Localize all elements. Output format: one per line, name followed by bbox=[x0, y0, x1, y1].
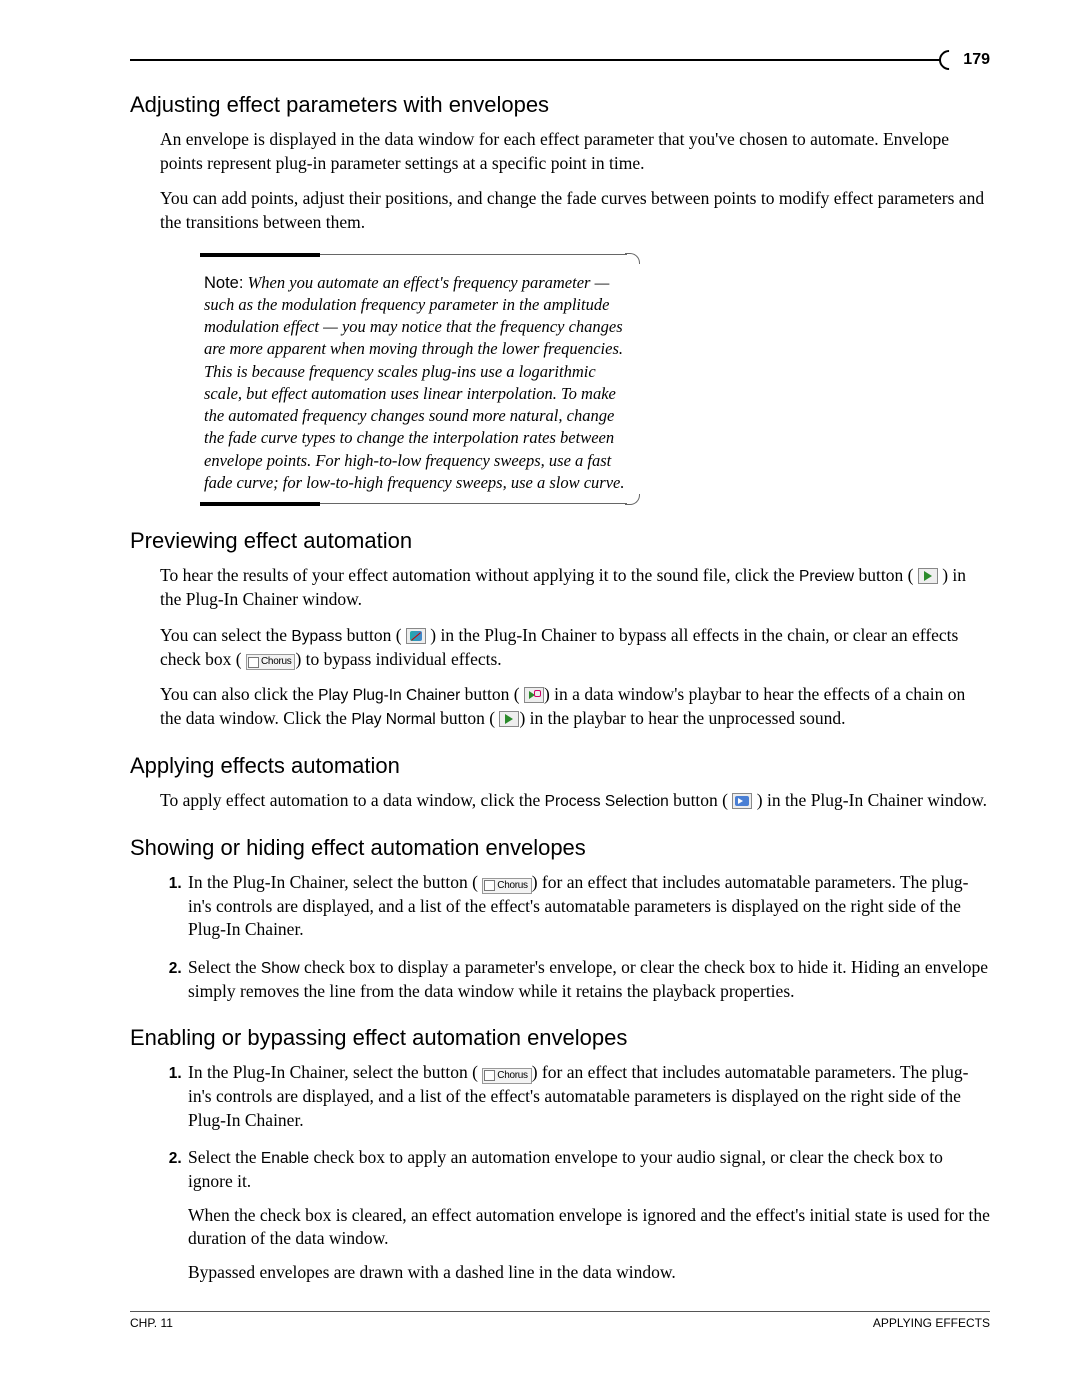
heading-enabling: Enabling or bypassing effect automation … bbox=[130, 1025, 990, 1051]
play-icon bbox=[918, 568, 938, 584]
text: To hear the results of your effect autom… bbox=[160, 565, 799, 585]
text: ) to bypass individual effects. bbox=[295, 649, 501, 669]
para: To apply effect automation to a data win… bbox=[160, 789, 990, 813]
play-chain-icon bbox=[524, 687, 544, 703]
section-body-adjusting: An envelope is displayed in the data win… bbox=[160, 128, 990, 506]
para: You can also click the Play Plug-In Chai… bbox=[160, 683, 990, 731]
para: You can select the Bypass button ( ) in … bbox=[160, 624, 990, 672]
preview-button-label: Preview bbox=[799, 568, 854, 585]
step-item: Select the Enable check box to apply an … bbox=[186, 1146, 990, 1284]
para: You can add points, adjust their positio… bbox=[160, 187, 990, 234]
step-sub-para: Bypassed envelopes are drawn with a dash… bbox=[188, 1261, 990, 1285]
section-body-previewing: To hear the results of your effect autom… bbox=[160, 564, 990, 731]
effect-checkbox-chip: Chorus bbox=[246, 654, 295, 670]
text: ) in the Plug-In Chainer window. bbox=[752, 790, 987, 810]
text: button ( bbox=[669, 790, 733, 810]
para: To hear the results of your effect autom… bbox=[160, 564, 990, 612]
play-plugin-chainer-label: Play Plug-In Chainer bbox=[318, 687, 460, 704]
chip-label: Chorus bbox=[261, 655, 291, 669]
text: You can select the bbox=[160, 625, 291, 645]
page-header-rule: 179 bbox=[130, 50, 990, 70]
text: check box to display a parameter's envel… bbox=[188, 957, 988, 1001]
header-arc-icon bbox=[935, 46, 963, 74]
steps-showing: In the Plug-In Chainer, select the butto… bbox=[160, 871, 990, 1003]
step-item: In the Plug-In Chainer, select the butto… bbox=[186, 1061, 990, 1132]
step-sub-para: When the check box is cleared, an effect… bbox=[188, 1204, 990, 1251]
note-rule-bottom bbox=[200, 502, 640, 506]
text: button ( bbox=[854, 565, 918, 585]
text: button ( bbox=[460, 684, 524, 704]
enable-checkbox-label: Enable bbox=[261, 1150, 309, 1167]
step-item: Select the Show check box to display a p… bbox=[186, 956, 990, 1004]
heading-previewing: Previewing effect automation bbox=[130, 528, 990, 554]
checkbox-icon bbox=[248, 657, 259, 668]
heading-showing: Showing or hiding effect automation enve… bbox=[130, 835, 990, 861]
play-icon bbox=[499, 711, 519, 727]
heading-applying: Applying effects automation bbox=[130, 753, 990, 779]
footer-title: APPLYING EFFECTS bbox=[873, 1316, 990, 1330]
show-checkbox-label: Show bbox=[261, 960, 300, 977]
header-rule bbox=[130, 59, 941, 61]
page-content: 179 Adjusting effect parameters with env… bbox=[0, 0, 1080, 1370]
process-selection-icon bbox=[732, 793, 752, 809]
footer-rule bbox=[130, 1311, 990, 1312]
note-text: When you automate an effect's frequency … bbox=[204, 273, 625, 492]
note-rule-top bbox=[200, 253, 640, 264]
section-body-applying: To apply effect automation to a data win… bbox=[160, 789, 990, 813]
text: Select the bbox=[188, 957, 261, 977]
page-number: 179 bbox=[963, 51, 990, 69]
para: An envelope is displayed in the data win… bbox=[160, 128, 990, 175]
steps-enabling: In the Plug-In Chainer, select the butto… bbox=[160, 1061, 990, 1284]
text: ) in the playbar to hear the unprocessed… bbox=[519, 708, 845, 728]
checkbox-icon bbox=[484, 1070, 495, 1081]
heading-adjusting: Adjusting effect parameters with envelop… bbox=[130, 92, 990, 118]
text: In the Plug-In Chainer, select the butto… bbox=[188, 1062, 482, 1082]
effect-checkbox-chip: Chorus bbox=[482, 878, 531, 894]
checkbox-icon bbox=[484, 880, 495, 891]
bypass-button-label: Bypass bbox=[291, 628, 342, 645]
bypass-icon bbox=[406, 628, 426, 644]
note-box: Note: When you automate an effect's freq… bbox=[200, 253, 640, 507]
process-selection-label: Process Selection bbox=[545, 793, 669, 810]
chip-label: Chorus bbox=[497, 1069, 527, 1083]
play-normal-label: Play Normal bbox=[351, 711, 435, 728]
note-label: Note: bbox=[204, 274, 243, 292]
page-footer: CHP. 11 APPLYING EFFECTS bbox=[130, 1316, 990, 1330]
note-body: Note: When you automate an effect's freq… bbox=[200, 264, 640, 503]
text: Select the bbox=[188, 1147, 261, 1167]
chapter-reference: CHP. 11 bbox=[130, 1316, 173, 1330]
step-item: In the Plug-In Chainer, select the butto… bbox=[186, 871, 990, 942]
chip-label: Chorus bbox=[497, 879, 527, 893]
text: button ( bbox=[342, 625, 406, 645]
text: To apply effect automation to a data win… bbox=[160, 790, 545, 810]
effect-checkbox-chip: Chorus bbox=[482, 1068, 531, 1084]
text: You can also click the bbox=[160, 684, 318, 704]
text: button ( bbox=[436, 708, 500, 728]
text: In the Plug-In Chainer, select the butto… bbox=[188, 872, 482, 892]
